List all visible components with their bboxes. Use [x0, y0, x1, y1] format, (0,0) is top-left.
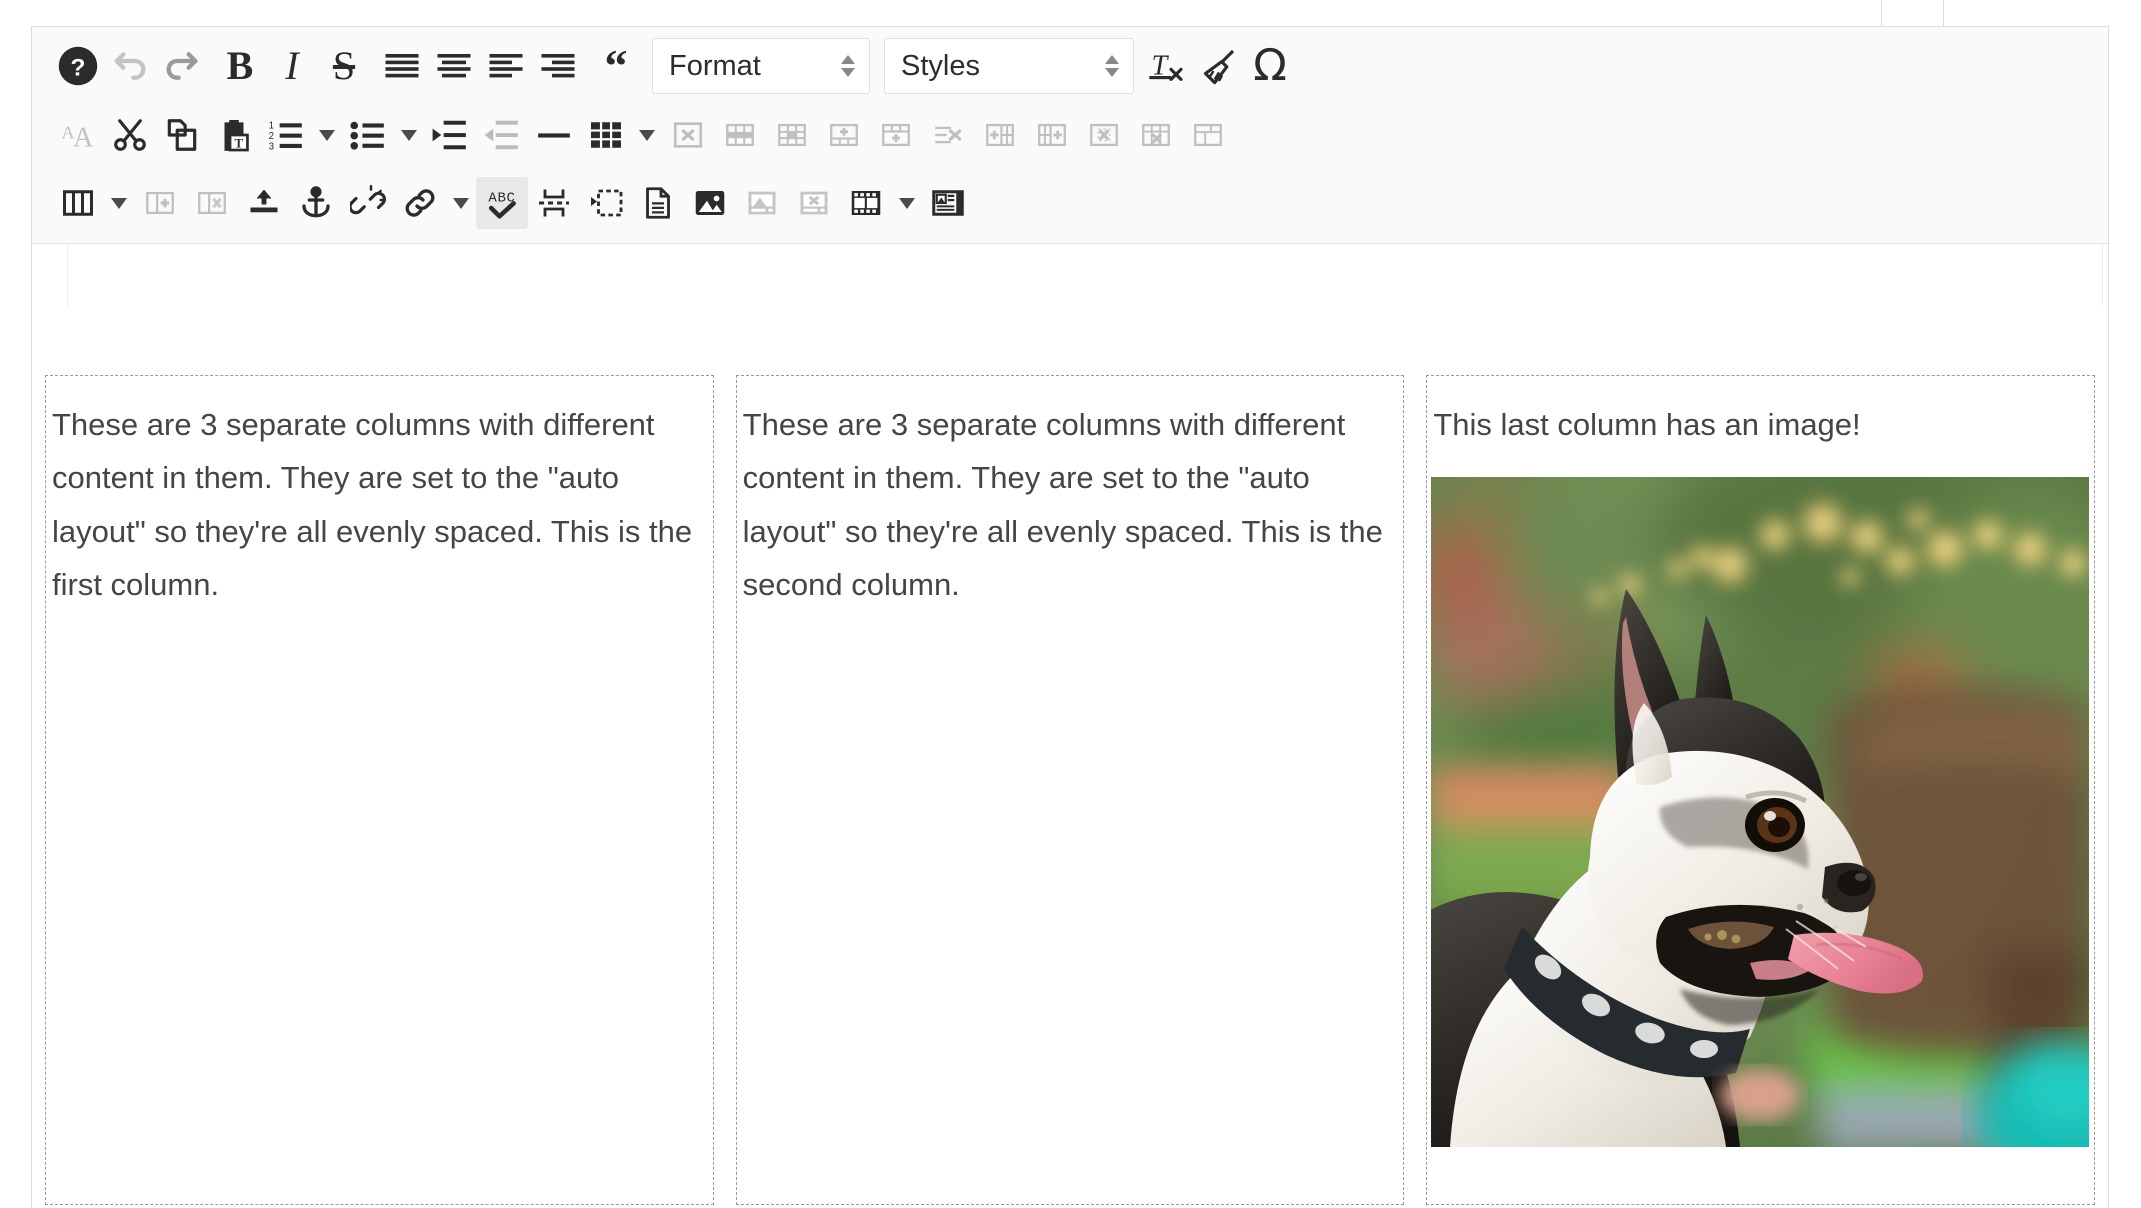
horizontal-rule-icon[interactable] — [528, 109, 580, 161]
copy-icon[interactable] — [156, 109, 208, 161]
svg-text:3: 3 — [269, 141, 275, 152]
strikethrough-icon[interactable]: S — [318, 40, 370, 92]
column-insert-left-icon[interactable] — [974, 109, 1026, 161]
column-remove-icon[interactable] — [186, 177, 238, 229]
media-icon[interactable] — [840, 177, 892, 229]
column-delete-icon[interactable] — [1130, 109, 1182, 161]
align-left-icon[interactable] — [480, 40, 532, 92]
indent-decrease-icon[interactable] — [476, 109, 528, 161]
columns-icon[interactable] — [52, 177, 104, 229]
svg-text:A: A — [73, 123, 94, 154]
align-center-icon[interactable] — [428, 40, 480, 92]
cell-properties-icon[interactable] — [1182, 109, 1234, 161]
columns-container: These are 3 separate columns with differ… — [32, 375, 2108, 1205]
merge-cells-icon[interactable] — [766, 109, 818, 161]
svg-text:?: ? — [71, 55, 86, 82]
toolbar-row-2: AA — [32, 101, 2108, 169]
row-insert-above-icon[interactable] — [818, 109, 870, 161]
unlink-icon[interactable] — [342, 177, 394, 229]
media-dropdown-icon[interactable] — [892, 177, 922, 229]
image-remove-icon[interactable] — [788, 177, 840, 229]
broom-icon[interactable] — [1192, 40, 1244, 92]
format-select[interactable]: Format — [652, 38, 870, 94]
columns-dropdown-icon[interactable] — [104, 177, 134, 229]
font-size-icon[interactable]: AA — [52, 109, 104, 161]
editor-toolbar: ? B I S — [32, 27, 2108, 244]
column-1[interactable]: These are 3 separate columns with differ… — [45, 375, 714, 1205]
format-select-value: Format — [669, 50, 761, 83]
image-caption-icon[interactable] — [736, 177, 788, 229]
numbered-list-dropdown-icon[interactable] — [312, 109, 342, 161]
styles-select[interactable]: Styles — [884, 38, 1134, 94]
editor-page: ? B I S — [0, 0, 2141, 1208]
dog-photo[interactable] — [1431, 477, 2089, 1147]
table-delete-icon[interactable] — [662, 109, 714, 161]
omega-icon[interactable]: Ω — [1244, 40, 1296, 92]
align-justify-icon[interactable] — [376, 40, 428, 92]
spellcheck-icon[interactable]: ABC — [476, 177, 528, 229]
toolbar-row-1: ? B I S — [32, 31, 2108, 101]
chevron-updown-icon — [841, 55, 855, 77]
column-3[interactable]: This last column has an image! — [1426, 375, 2095, 1205]
rich-text-editor: ? B I S — [31, 26, 2109, 1208]
help-icon[interactable]: ? — [52, 40, 104, 92]
blockquote-icon[interactable]: “ — [590, 40, 642, 92]
indent-increase-icon[interactable] — [424, 109, 476, 161]
anchor-icon[interactable] — [290, 177, 342, 229]
align-right-icon[interactable] — [532, 40, 584, 92]
bulleted-list-dropdown-icon[interactable] — [394, 109, 424, 161]
upload-icon[interactable] — [238, 177, 290, 229]
teaser-icon[interactable] — [922, 177, 974, 229]
tab-strip — [0, 0, 2141, 27]
remove-format-icon[interactable]: T — [1140, 40, 1192, 92]
show-blocks-icon[interactable] — [580, 177, 632, 229]
paste-text-icon[interactable]: T — [208, 109, 260, 161]
column-2[interactable]: These are 3 separate columns with differ… — [736, 375, 1405, 1205]
editor-content-area[interactable]: These are 3 separate columns with differ… — [32, 244, 2108, 1208]
bold-icon[interactable]: B — [214, 40, 266, 92]
row-insert-below-icon[interactable] — [870, 109, 922, 161]
document-icon[interactable] — [632, 177, 684, 229]
table-icon[interactable] — [580, 109, 632, 161]
column-3-text: This last column has an image! — [1431, 398, 2090, 451]
cut-icon[interactable] — [104, 109, 156, 161]
page-break-icon[interactable] — [528, 177, 580, 229]
bulleted-list-icon[interactable] — [342, 109, 394, 161]
numbered-list-icon[interactable]: 123 — [260, 109, 312, 161]
link-dropdown-icon[interactable] — [446, 177, 476, 229]
tab-stub-left[interactable] — [0, 0, 1882, 27]
column-2-text: These are 3 separate columns with differ… — [741, 398, 1400, 611]
column-add-icon[interactable] — [134, 177, 186, 229]
chevron-updown-icon — [1105, 55, 1119, 77]
styles-select-value: Styles — [901, 50, 980, 83]
column-1-text: These are 3 separate columns with differ… — [50, 398, 709, 611]
column-insert-right-icon[interactable] — [1026, 109, 1078, 161]
toolbar-row-3: ABC — [32, 169, 2108, 237]
cell-delete-icon[interactable] — [1078, 109, 1130, 161]
row-delete-icon[interactable] — [922, 109, 974, 161]
undo-icon[interactable] — [104, 40, 156, 92]
italic-icon[interactable]: I — [266, 40, 318, 92]
svg-text:T: T — [235, 137, 244, 151]
empty-paragraph-block[interactable] — [67, 244, 2103, 306]
table-dropdown-icon[interactable] — [632, 109, 662, 161]
link-icon[interactable] — [394, 177, 446, 229]
image-icon[interactable] — [684, 177, 736, 229]
header-row-icon[interactable] — [714, 109, 766, 161]
redo-icon[interactable] — [156, 40, 208, 92]
tab-stub-right[interactable] — [1943, 0, 2141, 27]
